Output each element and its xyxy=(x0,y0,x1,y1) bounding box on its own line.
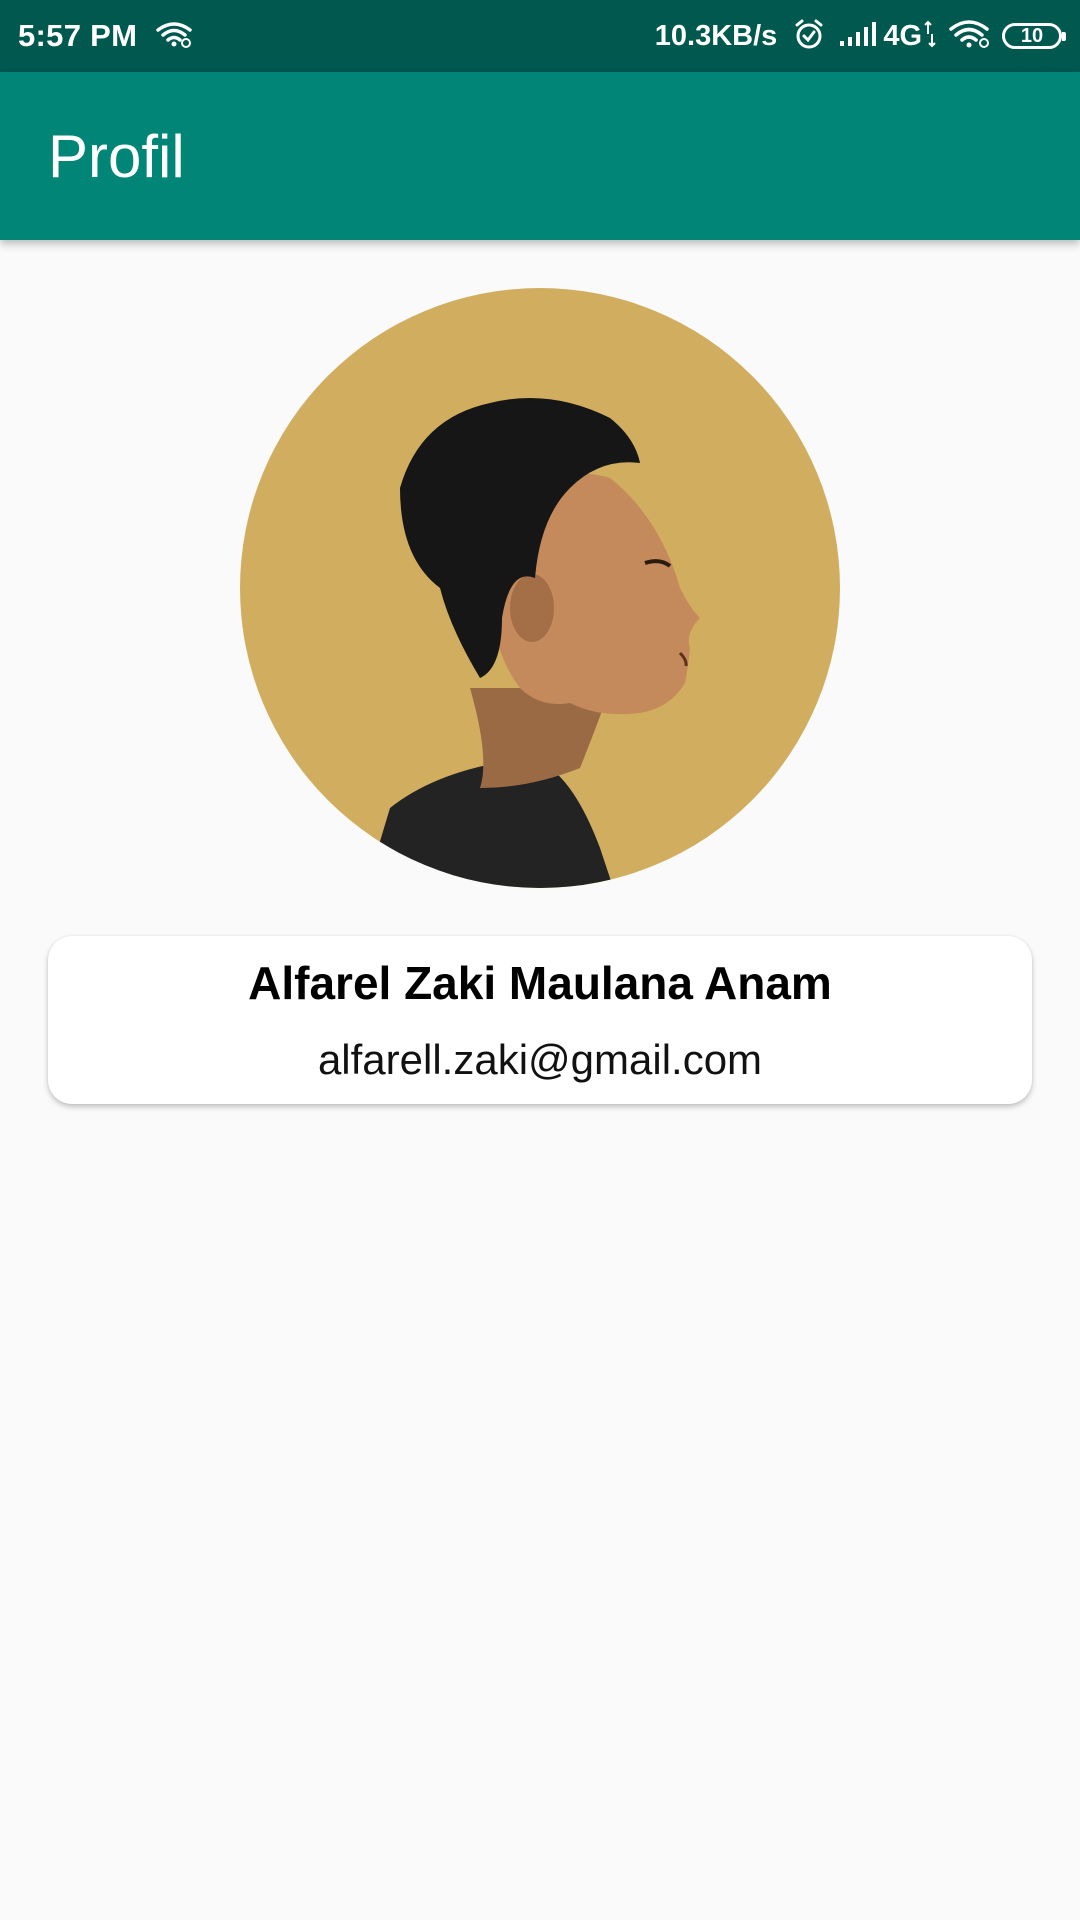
status-time: 5:57 PM xyxy=(18,18,138,53)
wifi-icon xyxy=(155,19,193,54)
profile-name: Alfarel Zaki Maulana Anam xyxy=(248,957,832,1009)
profile-card: Alfarel Zaki Maulana Anam alfarell.zaki@… xyxy=(48,936,1032,1104)
network-type: 4G xyxy=(883,19,922,52)
data-activity-icon xyxy=(924,20,936,53)
status-bar: 5:57 PM 10.3KB/s 4G 10 xyxy=(0,0,1080,72)
battery-icon: 10 xyxy=(1002,23,1066,49)
avatar xyxy=(240,288,840,888)
signal-icon xyxy=(839,21,879,52)
status-bar-right: 10.3KB/s 4G 10 xyxy=(654,18,1066,55)
avatar-image xyxy=(240,288,840,888)
battery-level: 10 xyxy=(1020,25,1044,47)
alarm-icon xyxy=(793,18,825,55)
page-title: Profil xyxy=(48,122,185,190)
wifi-icon xyxy=(948,19,992,54)
status-bar-left: 5:57 PM xyxy=(18,18,193,54)
network-speed: 10.3KB/s xyxy=(654,19,778,52)
profile-email: alfarell.zaki@gmail.com xyxy=(317,1036,763,1083)
app-bar: Profil xyxy=(0,72,1080,240)
